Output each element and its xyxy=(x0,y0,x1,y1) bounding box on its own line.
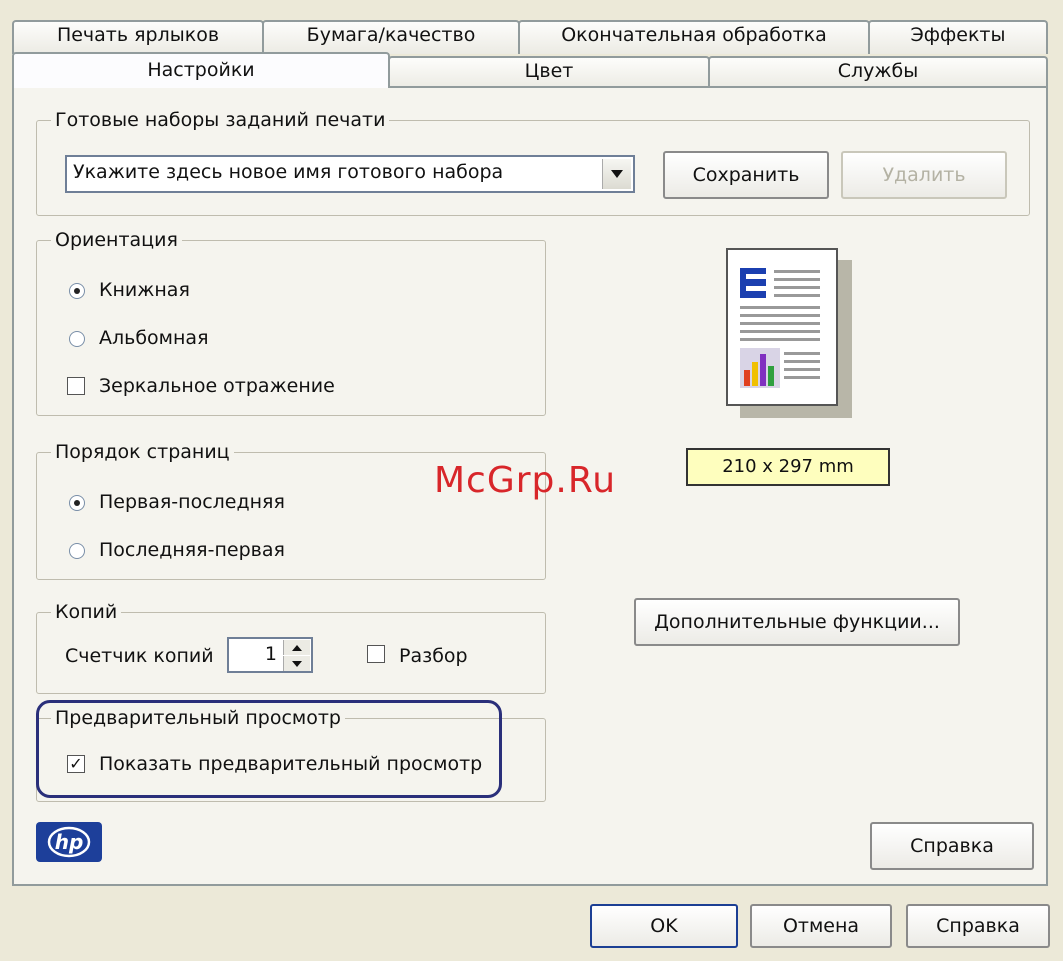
chevron-down-icon[interactable] xyxy=(602,159,631,189)
last-first-radio[interactable] xyxy=(69,543,85,559)
last-first-label: Последняя-первая xyxy=(99,539,285,561)
hp-logo-text: hp xyxy=(54,830,84,854)
document-icon xyxy=(740,268,820,388)
portrait-label: Книжная xyxy=(99,279,190,301)
stepper-up-icon[interactable] xyxy=(283,640,310,655)
landscape-label: Альбомная xyxy=(99,327,209,349)
tab-services[interactable]: Службы xyxy=(708,56,1048,88)
tab-effects[interactable]: Эффекты xyxy=(868,20,1048,54)
orientation-legend: Ориентация xyxy=(51,227,182,253)
preset-dropdown[interactable]: Укажите здесь новое имя готового набора xyxy=(65,155,635,193)
cancel-button[interactable]: Отмена xyxy=(750,904,892,948)
tab-label-printing[interactable]: Печать ярлыков xyxy=(12,20,264,54)
tab-finishing[interactable]: Окончательная обработка xyxy=(518,20,870,54)
paper-size-label: 210 x 297 mm xyxy=(686,448,890,486)
preset-dropdown-value: Укажите здесь новое имя готового набора xyxy=(73,161,504,183)
first-last-label: Первая-последняя xyxy=(99,491,285,513)
copies-legend: Копий xyxy=(51,599,122,625)
preview-highlight xyxy=(36,700,502,798)
tab-paper-quality[interactable]: Бумага/качество xyxy=(262,20,520,54)
first-last-radio[interactable] xyxy=(69,495,85,511)
copies-value: 1 xyxy=(264,643,277,665)
hp-logo: hp xyxy=(36,822,102,862)
ok-button[interactable]: OK xyxy=(590,904,738,948)
help-button[interactable]: Справка xyxy=(906,904,1050,948)
tab-color[interactable]: Цвет xyxy=(388,56,710,88)
collate-checkbox[interactable] xyxy=(367,645,385,663)
mirror-label: Зеркальное отражение xyxy=(99,375,335,397)
copies-stepper[interactable]: 1 xyxy=(227,637,313,673)
settings-panel: Готовые наборы заданий печати Укажите зд… xyxy=(12,86,1048,886)
landscape-radio[interactable] xyxy=(69,331,85,347)
presets-legend: Готовые наборы заданий печати xyxy=(51,107,390,133)
page-order-legend: Порядок страниц xyxy=(51,439,234,465)
orientation-group: Ориентация Книжная Альбомная Зеркальное … xyxy=(36,227,546,416)
save-button[interactable]: Сохранить xyxy=(663,151,829,199)
collate-label: Разбор xyxy=(399,645,468,667)
help-inner-button[interactable]: Справка xyxy=(870,822,1034,870)
stepper-down-icon[interactable] xyxy=(283,656,310,671)
portrait-radio[interactable] xyxy=(69,283,85,299)
copies-group: Копий Счетчик копий 1 Разбор xyxy=(36,599,546,694)
presets-group: Готовые наборы заданий печати Укажите зд… xyxy=(36,107,1030,216)
copies-counter-label: Счетчик копий xyxy=(65,645,214,667)
tab-settings[interactable]: Настройки xyxy=(12,52,390,88)
advanced-features-button[interactable]: Дополнительные функции... xyxy=(634,598,960,646)
delete-button[interactable]: Удалить xyxy=(841,151,1007,199)
watermark-text: McGrp.Ru xyxy=(434,460,617,501)
mirror-checkbox[interactable] xyxy=(67,377,85,395)
page-preview-icon xyxy=(726,248,838,406)
